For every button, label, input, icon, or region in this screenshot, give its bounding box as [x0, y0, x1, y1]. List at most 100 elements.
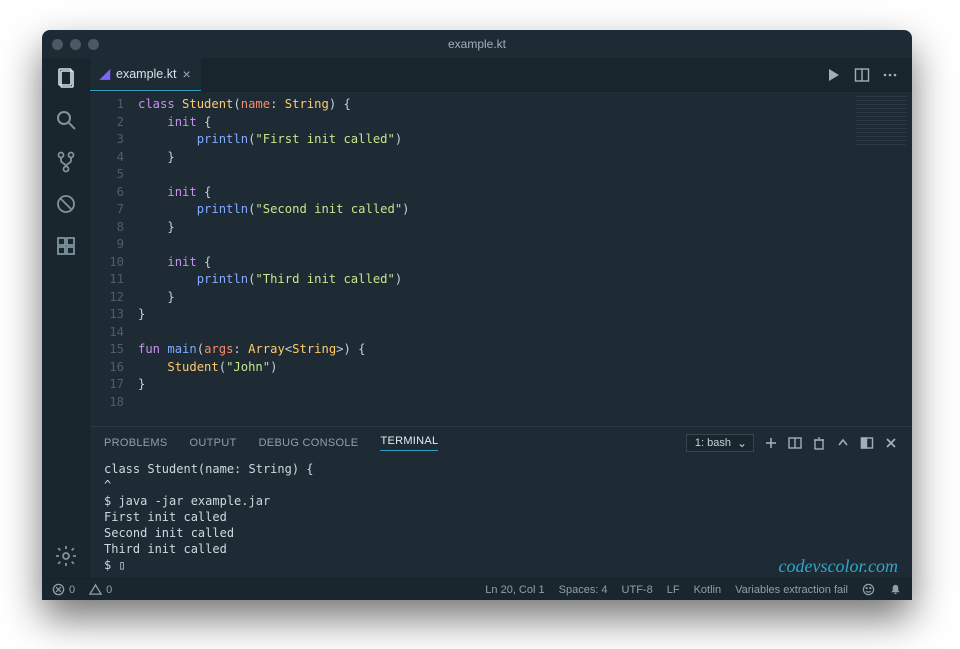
code-text: }: [138, 306, 912, 324]
terminal-line: ^: [104, 477, 898, 493]
code-line: 17}: [90, 376, 912, 394]
feedback-smiley-icon[interactable]: [862, 583, 875, 596]
terminal-line: Third init called: [104, 541, 898, 557]
tab-example-kt[interactable]: ◢ example.kt ×: [90, 58, 201, 91]
status-indent[interactable]: Spaces: 4: [559, 584, 608, 596]
code-line: 18: [90, 394, 912, 412]
line-number: 15: [90, 341, 138, 359]
line-number: 7: [90, 201, 138, 219]
explorer-icon[interactable]: [54, 66, 78, 90]
tab-close-icon[interactable]: ×: [182, 66, 190, 82]
code-line: 14: [90, 324, 912, 342]
status-cursor-position[interactable]: Ln 20, Col 1: [485, 584, 544, 596]
toggle-panel-icon[interactable]: [860, 436, 874, 450]
code-line: 1class Student(name: String) {: [90, 96, 912, 114]
code-line: 3 println("First init called"): [90, 131, 912, 149]
source-control-icon[interactable]: [54, 150, 78, 174]
code-text: init {: [138, 184, 912, 202]
code-text: println("Third init called"): [138, 271, 912, 289]
line-number: 18: [90, 394, 138, 412]
code-text: init {: [138, 254, 912, 272]
code-text: }: [138, 149, 912, 167]
editor[interactable]: 1class Student(name: String) {2 init {3 …: [90, 92, 912, 426]
line-number: 1: [90, 96, 138, 114]
code-text: }: [138, 289, 912, 307]
code-content: 1class Student(name: String) {2 init {3 …: [90, 92, 912, 415]
search-icon[interactable]: [54, 108, 78, 132]
close-window-button[interactable]: [52, 39, 63, 50]
terminal-line: class Student(name: String) {: [104, 461, 898, 477]
terminal-line: First init called: [104, 509, 898, 525]
code-line: 4 }: [90, 149, 912, 167]
split-terminal-icon[interactable]: [788, 436, 802, 450]
terminal-line: Second init called: [104, 525, 898, 541]
more-actions-icon[interactable]: [882, 67, 898, 83]
line-number: 8: [90, 219, 138, 237]
code-text: [138, 236, 912, 254]
extensions-icon[interactable]: [54, 234, 78, 258]
settings-gear-icon[interactable]: [54, 544, 78, 568]
line-number: 11: [90, 271, 138, 289]
minimap[interactable]: [856, 96, 906, 146]
code-text: println("First init called"): [138, 131, 912, 149]
status-message[interactable]: Variables extraction fail: [735, 584, 848, 596]
split-editor-icon[interactable]: [854, 67, 870, 83]
line-number: 13: [90, 306, 138, 324]
code-text: [138, 166, 912, 184]
terminal-output[interactable]: class Student(name: String) { ^$ java -j…: [90, 459, 912, 578]
code-text: [138, 394, 912, 412]
titlebar: example.kt: [42, 30, 912, 58]
code-line: 8 }: [90, 219, 912, 237]
code-text: [138, 324, 912, 342]
line-number: 2: [90, 114, 138, 132]
maximize-panel-icon[interactable]: [836, 436, 850, 450]
line-number: 6: [90, 184, 138, 202]
tab-label: example.kt: [116, 67, 176, 81]
window-body: ◢ example.kt × 1: [42, 58, 912, 578]
code-line: 6 init {: [90, 184, 912, 202]
line-number: 16: [90, 359, 138, 377]
panel-actions: 1: bash: [686, 434, 898, 452]
panel-tab-output[interactable]: OUTPUT: [190, 437, 237, 449]
code-text: fun main(args: Array<String>) {: [138, 341, 912, 359]
run-icon[interactable]: [826, 67, 842, 83]
status-errors[interactable]: 0: [52, 583, 75, 596]
code-line: 15fun main(args: Array<String>) {: [90, 341, 912, 359]
maximize-window-button[interactable]: [88, 39, 99, 50]
panel-tab-terminal[interactable]: TERMINAL: [380, 435, 438, 451]
panel-tab-debug[interactable]: DEBUG CONSOLE: [259, 437, 359, 449]
tab-bar: ◢ example.kt ×: [90, 58, 912, 92]
status-language[interactable]: Kotlin: [694, 584, 722, 596]
new-terminal-icon[interactable]: [764, 436, 778, 450]
code-text: Student("John"): [138, 359, 912, 377]
editor-window: example.kt: [42, 30, 912, 600]
line-number: 12: [90, 289, 138, 307]
watermark: codevscolor.com: [779, 558, 898, 574]
close-panel-icon[interactable]: [884, 436, 898, 450]
window-title: example.kt: [42, 37, 912, 51]
activity-bar: [42, 58, 90, 578]
code-text: println("Second init called"): [138, 201, 912, 219]
code-line: 7 println("Second init called"): [90, 201, 912, 219]
code-line: 11 println("Third init called"): [90, 271, 912, 289]
line-number: 3: [90, 131, 138, 149]
code-text: }: [138, 219, 912, 237]
debug-icon[interactable]: [54, 192, 78, 216]
panel-tab-problems[interactable]: PROBLEMS: [104, 437, 168, 449]
minimize-window-button[interactable]: [70, 39, 81, 50]
code-line: 9: [90, 236, 912, 254]
notifications-bell-icon[interactable]: [889, 583, 902, 596]
status-eol[interactable]: LF: [667, 584, 680, 596]
status-warnings[interactable]: 0: [89, 583, 112, 596]
main-area: ◢ example.kt × 1: [90, 58, 912, 578]
code-text: class Student(name: String) {: [138, 96, 912, 114]
panel-tab-bar: PROBLEMS OUTPUT DEBUG CONSOLE TERMINAL 1…: [90, 427, 912, 459]
code-line: 12 }: [90, 289, 912, 307]
kotlin-file-icon: ◢: [100, 66, 110, 82]
code-text: init {: [138, 114, 912, 132]
kill-terminal-icon[interactable]: [812, 436, 826, 450]
line-number: 4: [90, 149, 138, 167]
code-line: 13}: [90, 306, 912, 324]
terminal-select[interactable]: 1: bash: [686, 434, 754, 452]
status-encoding[interactable]: UTF-8: [622, 584, 653, 596]
